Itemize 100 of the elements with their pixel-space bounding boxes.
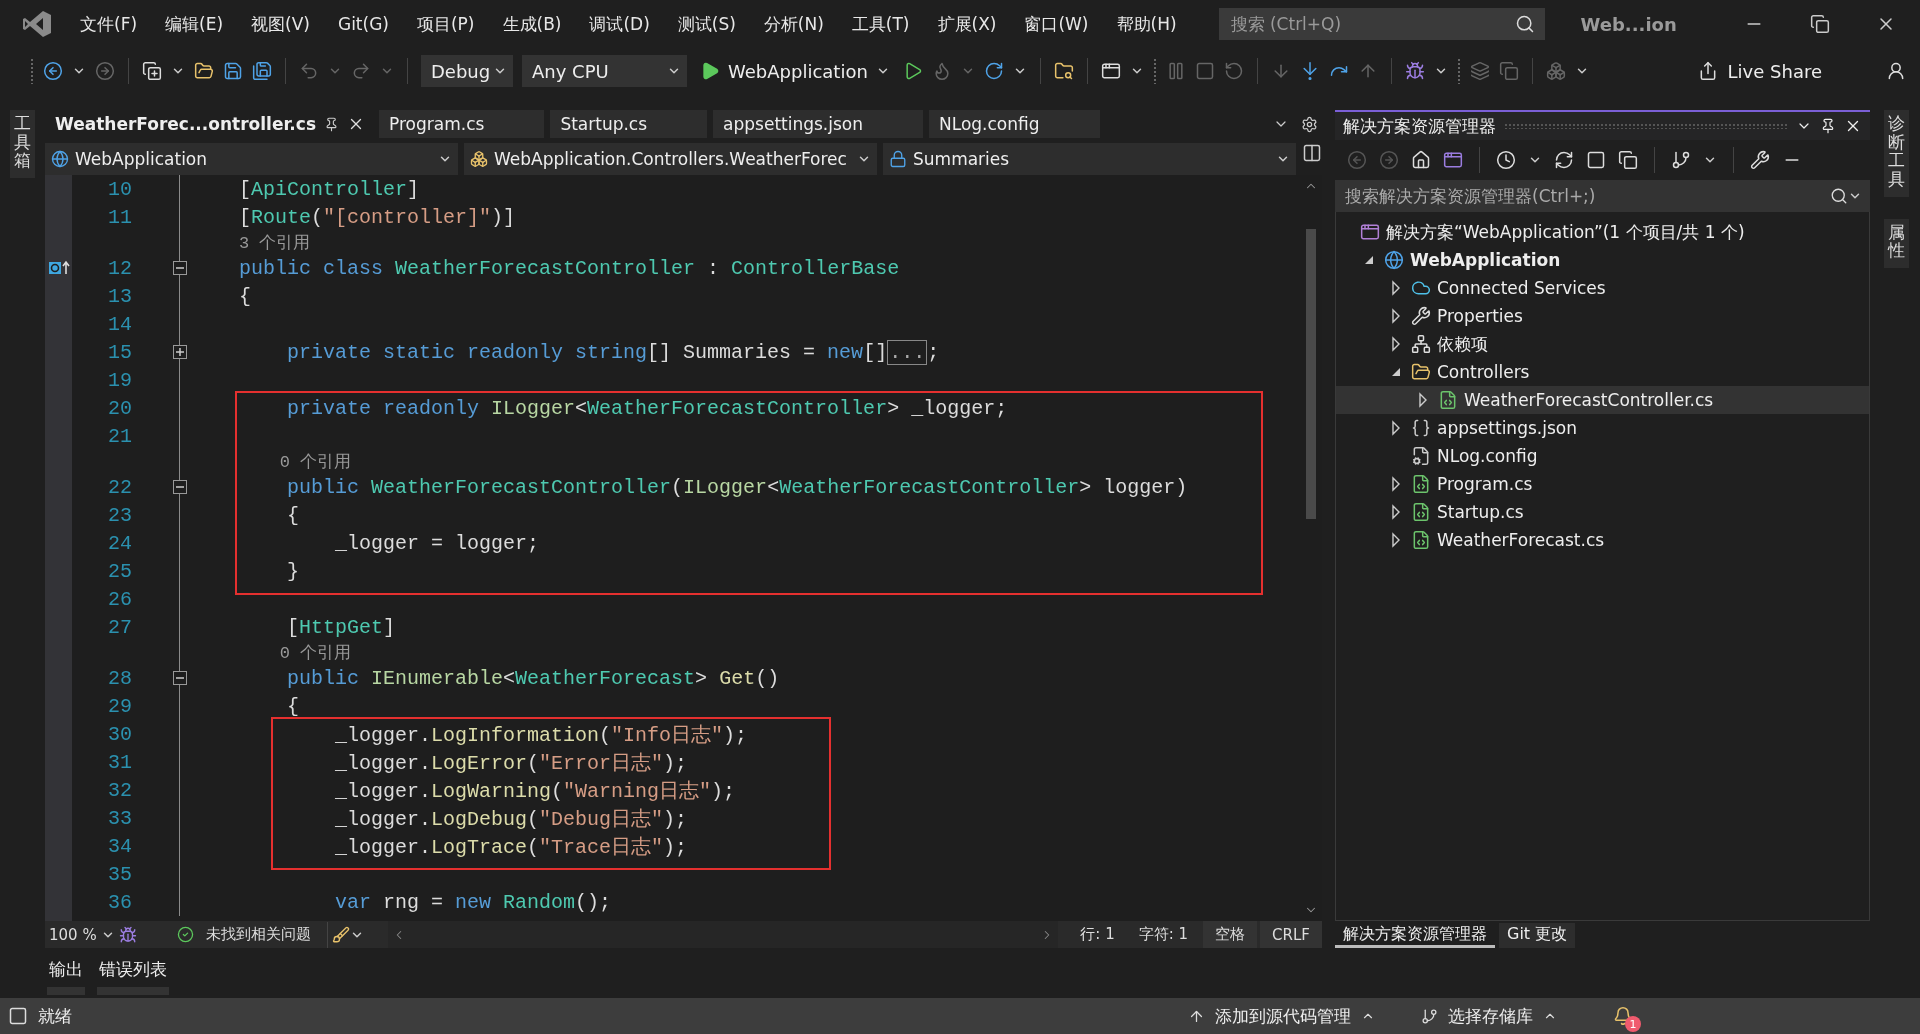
horizontal-scrollbar[interactable] [387, 921, 1059, 948]
whitespace-indicator[interactable]: 空格 [1203, 921, 1258, 948]
menu-item[interactable]: 帮助(H) [1102, 8, 1191, 40]
reference-count[interactable]: 3 个引用 [239, 231, 311, 254]
menu-item[interactable]: 项目(P) [402, 8, 489, 40]
document-tab[interactable]: appsettings.json [713, 110, 924, 138]
save-icon[interactable] [223, 61, 243, 81]
line-indicator[interactable]: 行: 1 [1068, 925, 1127, 944]
menu-item[interactable]: 生成(B) [488, 8, 576, 40]
menu-item[interactable]: 视图(V) [237, 8, 324, 40]
menu-item[interactable]: 工具(T) [837, 8, 924, 40]
menu-item[interactable]: 编辑(E) [151, 8, 238, 40]
panel-tab[interactable]: Git 更改 [1499, 923, 1576, 948]
redo-icon[interactable] [351, 61, 371, 81]
search-input[interactable]: 搜索解决方案资源管理器(Ctrl+;) [1343, 185, 1830, 207]
panel-tab[interactable]: 解决方案资源管理器 [1335, 923, 1495, 948]
member-dropdown[interactable]: Summaries [883, 143, 1296, 175]
search-input[interactable]: 搜索 (Ctrl+Q) [1228, 13, 1489, 35]
save-all-icon[interactable] [252, 61, 272, 81]
tree-item[interactable]: WeatherForecast.cs [1336, 526, 1869, 554]
platform-dropdown[interactable]: Any CPU [522, 55, 687, 87]
undo-icon[interactable] [299, 61, 319, 81]
settings-icon[interactable] [1301, 115, 1318, 133]
document-tab[interactable]: Program.cs [379, 110, 545, 138]
menu-item[interactable]: 调试(D) [575, 8, 664, 40]
collapse-all-icon[interactable] [1586, 150, 1606, 170]
line-ending-indicator[interactable]: CRLF [1260, 921, 1322, 948]
stop-icon[interactable] [1194, 61, 1215, 81]
collapse-icon[interactable] [173, 671, 187, 685]
browser-icon[interactable] [1100, 61, 1121, 81]
open-folder-icon[interactable] [194, 61, 214, 81]
collapse-icon[interactable] [173, 480, 187, 494]
tree-item-label: 解决方案“WebApplication”(1 个项目/共 1 个) [1386, 220, 1745, 244]
home-icon[interactable] [1411, 150, 1431, 170]
menu-item[interactable]: 文件(F) [66, 8, 152, 40]
back-icon[interactable] [43, 61, 63, 81]
layers-icon[interactable] [1469, 61, 1490, 81]
forward-icon[interactable] [95, 61, 115, 81]
menu-item[interactable]: 窗口(W) [1010, 8, 1103, 40]
tree-item[interactable]: 解决方案“WebApplication”(1 个项目/共 1 个) [1336, 218, 1869, 246]
search-field[interactable]: 搜索解决方案资源管理器(Ctrl+;) [1335, 180, 1870, 212]
side-tab[interactable]: 工具箱 [10, 110, 35, 179]
restart-icon[interactable] [1223, 61, 1244, 81]
document-tab[interactable]: Startup.cs [550, 110, 708, 138]
expand-icon[interactable] [173, 345, 187, 359]
refresh-icon[interactable] [983, 61, 1004, 81]
tree-item[interactable]: Properties [1336, 302, 1869, 330]
search-field[interactable]: 搜索 (Ctrl+Q) [1218, 8, 1545, 40]
configuration-dropdown[interactable]: Debug [421, 55, 513, 87]
pin-icon[interactable] [1820, 118, 1836, 134]
project-dropdown[interactable]: WebApplication [45, 143, 458, 175]
restore-icon[interactable] [1810, 14, 1830, 34]
tree-item-label: appsettings.json [1437, 418, 1577, 438]
live-share-button[interactable]: Live Share [1691, 59, 1828, 83]
line-number: 30 [108, 722, 132, 746]
tree-item[interactable]: NLog.config [1336, 442, 1869, 470]
tree-item[interactable]: Program.cs [1336, 470, 1869, 498]
overrides-marker-icon[interactable] [47, 260, 70, 276]
pin-icon[interactable] [324, 116, 340, 132]
dependencies-icon [1411, 334, 1431, 354]
cleanup-icon[interactable] [331, 925, 350, 944]
menu-item[interactable]: 测试(S) [663, 8, 750, 40]
source-control-button[interactable]: 添加到源代码管理 [1182, 1003, 1381, 1029]
code-line: private readonly ILogger<WeatherForecastController> _logger; [286, 396, 1008, 420]
side-tab[interactable]: 属性 [1883, 218, 1909, 269]
issues-status[interactable]: 未找到相关问题 [193, 925, 323, 944]
reference-count[interactable]: 0 个引用 [279, 641, 352, 664]
menu-item[interactable]: Git(G) [323, 10, 403, 38]
tree-item[interactable]: WeatherForecastController.cs [1336, 386, 1869, 414]
scrollbar-thumb[interactable] [1306, 229, 1316, 519]
start-button[interactable]: WebApplication [696, 60, 894, 82]
properties-icon[interactable] [1750, 150, 1770, 170]
repository-button[interactable]: 选择存储库 [1415, 1003, 1563, 1029]
tree-item[interactable]: 依赖项 [1336, 330, 1869, 358]
status-text: 就绪 [38, 1004, 72, 1028]
document-tab[interactable]: NLog.config [929, 110, 1100, 138]
tree-item[interactable]: WebApplication [1336, 246, 1869, 274]
copy-icon[interactable] [1498, 61, 1519, 81]
line-number: 32 [108, 778, 132, 802]
menu-item[interactable]: 扩展(X) [923, 8, 1011, 40]
column-indicator[interactable]: 字符: 1 [1126, 925, 1201, 944]
line-number: 21 [108, 424, 132, 448]
tree-item[interactable]: Startup.cs [1336, 498, 1869, 526]
pending-changes-icon[interactable] [1496, 150, 1516, 170]
side-tab[interactable]: 诊断工具 [1883, 110, 1909, 197]
code-file-icon [1411, 474, 1431, 494]
code-line: { [239, 284, 251, 308]
tree-item[interactable]: appsettings.json [1336, 414, 1869, 442]
reference-count[interactable]: 0 个引用 [279, 450, 352, 473]
new-item-icon[interactable] [142, 61, 162, 81]
refresh-icon[interactable] [1554, 150, 1574, 170]
split-icon[interactable] [1302, 143, 1322, 163]
menu-item[interactable]: 分析(N) [749, 8, 838, 40]
collapse-icon[interactable] [173, 261, 187, 275]
type-dropdown[interactable]: WebApplication.Controllers.WeatherForec [464, 143, 877, 175]
feedback-icon[interactable] [1886, 61, 1906, 81]
folder-search-icon[interactable] [1053, 61, 1074, 81]
tree-item[interactable]: Controllers [1336, 358, 1869, 386]
tree-item[interactable]: Connected Services [1336, 274, 1869, 302]
show-all-files-icon[interactable] [1618, 150, 1638, 170]
